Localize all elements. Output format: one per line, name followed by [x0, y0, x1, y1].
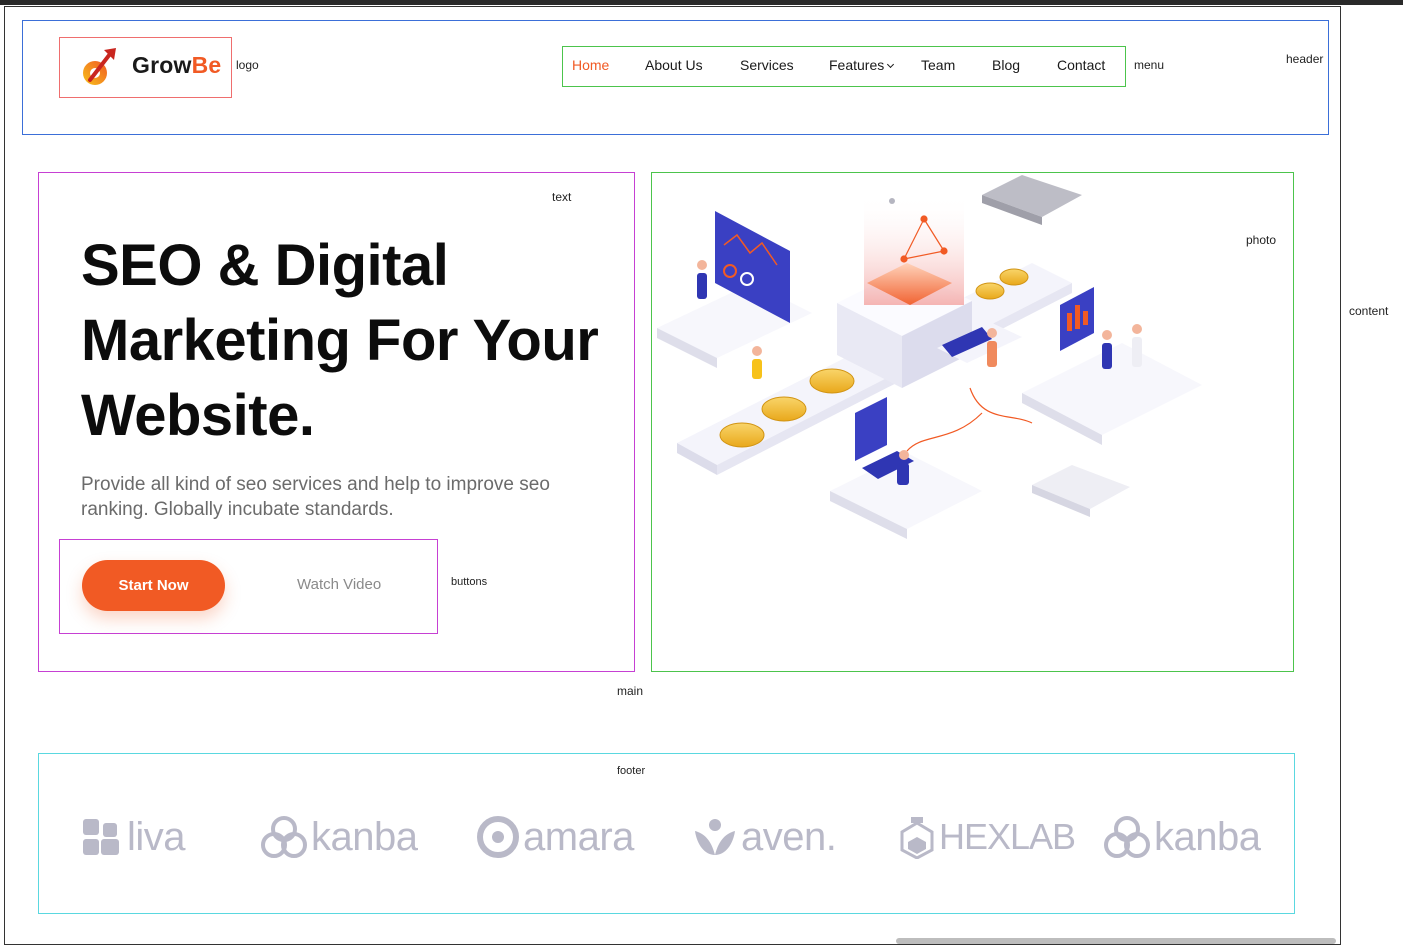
annotation-menu: menu [1134, 58, 1165, 72]
annotation-logo: logo [236, 58, 259, 72]
brand-name: aven. [741, 814, 837, 859]
brand-name: kanba [1154, 814, 1261, 859]
annotation-footer: footer [617, 765, 646, 777]
window-top-bar [0, 0, 1403, 5]
brand-logo-hexlab: HEXLAB [899, 814, 1076, 860]
isometric-seo-illustration [657, 175, 1202, 539]
brand-name: HEXLAB [939, 816, 1076, 857]
menu-item-features[interactable]: Features [829, 57, 895, 73]
brand-name: amara [523, 814, 634, 859]
brand-name: kanba [311, 814, 418, 859]
menu-item-services[interactable]: Services [740, 57, 794, 73]
hexlab-logo-icon [900, 817, 934, 859]
footer-brands: liva kanba amara aven. HEXLAB kanba [38, 753, 1295, 914]
logo-wordmark: GrowBe [132, 52, 222, 78]
hero-buttons: Start Now Watch Video [59, 539, 438, 634]
annotation-header: header [1286, 52, 1324, 66]
main-menu: Home About Us Services Features Team Blo… [562, 46, 1126, 87]
brand-logo-aven: aven. [693, 814, 837, 860]
brand-logo-kanba-2: kanba [1104, 814, 1261, 860]
annotation-main: main [617, 684, 644, 698]
menu-item-team[interactable]: Team [921, 57, 955, 73]
watch-video-button[interactable]: Watch Video [297, 576, 381, 593]
growth-rocket-icon [83, 48, 116, 85]
kanba-logo-icon [1104, 816, 1150, 858]
hero-title: SEO & Digital Marketing For Your Website… [81, 233, 599, 448]
annotation-content: content [1349, 304, 1389, 318]
start-now-button[interactable]: Start Now [82, 560, 225, 611]
menu-item-home[interactable]: Home [572, 57, 609, 73]
hero-subtitle: Provide all kind of seo services and hel… [81, 474, 550, 520]
horizontal-scrollbar[interactable] [896, 938, 1336, 944]
menu-item-features-label: Features [829, 57, 885, 73]
aven-logo-icon [695, 819, 735, 855]
brand-logo-amara: amara [477, 814, 634, 860]
brand-logo-liva: liva [81, 814, 186, 860]
annotation-photo: photo [1246, 233, 1277, 247]
annotation-buttons: buttons [451, 576, 488, 588]
chevron-down-icon [887, 60, 895, 69]
brand-logo-kanba-1: kanba [261, 814, 418, 860]
menu-item-contact[interactable]: Contact [1057, 57, 1105, 73]
menu-item-blog[interactable]: Blog [992, 57, 1020, 73]
kanba-logo-icon [261, 816, 307, 858]
brand-name: liva [127, 814, 186, 859]
logo[interactable]: GrowBe [59, 37, 232, 98]
annotation-text: text [552, 190, 572, 204]
amara-logo-icon [477, 816, 519, 858]
hero-illustration [651, 172, 1294, 672]
liva-logo-icon [83, 819, 119, 855]
menu-item-about-us[interactable]: About Us [645, 57, 703, 73]
